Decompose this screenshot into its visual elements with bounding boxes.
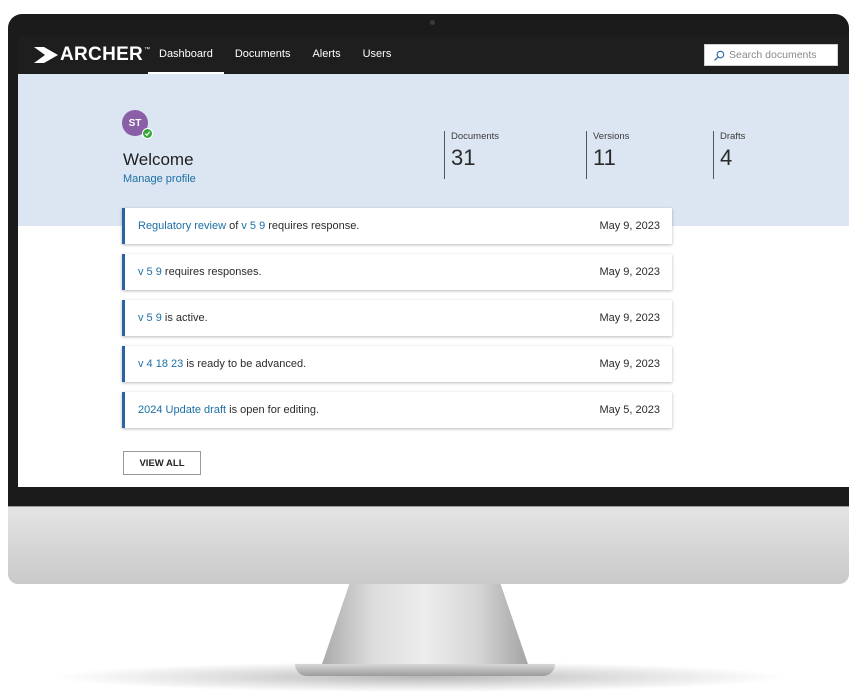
alert-date: May 9, 2023 xyxy=(599,220,660,232)
alert-card[interactable]: 2024 Update draft is open for editing. M… xyxy=(122,392,672,428)
nav-alerts[interactable]: Alerts xyxy=(301,36,351,74)
stat-label: Documents xyxy=(451,131,500,142)
stat-value: 4 xyxy=(720,145,733,170)
logo-text: ARCHER xyxy=(60,44,144,65)
alert-text: requires responses. xyxy=(161,266,262,278)
profile-summary-band: ST Welcome Manage profile Documents 31 V… xyxy=(18,74,849,226)
check-icon xyxy=(144,131,151,137)
alert-text: is ready to be advanced. xyxy=(183,358,307,370)
stat-label: Versions xyxy=(593,131,630,142)
view-all-button[interactable]: VIEW ALL xyxy=(123,451,201,475)
stat-value: 11 xyxy=(593,145,616,170)
alert-text: is open for editing. xyxy=(226,404,320,416)
alert-date: May 9, 2023 xyxy=(599,312,660,324)
alert-text: is active. xyxy=(161,312,208,324)
chevron-logo-icon xyxy=(34,47,58,63)
search-box[interactable] xyxy=(704,44,839,66)
alert-card[interactable]: v 5 9 is active. May 9, 2023 xyxy=(122,300,672,336)
alert-link-version[interactable]: v 5 9 xyxy=(241,220,265,232)
nav-dashboard[interactable]: Dashboard xyxy=(148,36,224,74)
alert-link-version[interactable]: v 5 9 xyxy=(138,312,162,324)
alert-link-draft[interactable]: 2024 Update draft xyxy=(138,404,226,416)
monitor-chin xyxy=(8,506,849,584)
screen: ARCHER ™ Dashboard Documents Alerts User… xyxy=(18,36,849,487)
alert-link-version[interactable]: v 4 18 23 xyxy=(138,358,183,370)
nav-users[interactable]: Users xyxy=(352,36,403,74)
alert-date: May 5, 2023 xyxy=(599,404,660,416)
alert-card[interactable]: Regulatory review of v 5 9 requires resp… xyxy=(122,208,672,244)
alert-text: requires response. xyxy=(265,220,360,232)
stat-drafts[interactable]: Drafts 4 xyxy=(713,131,745,179)
alert-message: Regulatory review of v 5 9 requires resp… xyxy=(138,220,359,232)
stat-label: Drafts xyxy=(720,131,746,142)
top-navigation-bar: ARCHER ™ Dashboard Documents Alerts User… xyxy=(18,36,849,74)
search-icon xyxy=(714,50,725,61)
monitor-stand xyxy=(320,584,530,670)
manage-profile-link[interactable]: Manage profile xyxy=(123,173,196,185)
welcome-heading: Welcome xyxy=(123,150,194,169)
alert-card[interactable]: v 5 9 requires responses. May 9, 2023 xyxy=(122,254,672,290)
monitor-foot xyxy=(295,664,555,676)
alert-message: 2024 Update draft is open for editing. xyxy=(138,404,319,416)
alert-date: May 9, 2023 xyxy=(599,358,660,370)
alert-link-regulatory-review[interactable]: Regulatory review xyxy=(138,220,226,232)
nav-documents[interactable]: Documents xyxy=(224,36,302,74)
alert-message: v 5 9 requires responses. xyxy=(138,266,262,278)
alert-message: v 5 9 is active. xyxy=(138,312,208,324)
alert-message: v 4 18 23 is ready to be advanced. xyxy=(138,358,306,370)
stat-documents[interactable]: Documents 31 xyxy=(444,131,499,179)
alert-card[interactable]: v 4 18 23 is ready to be advanced. May 9… xyxy=(122,346,672,382)
monitor-scene: ARCHER ™ Dashboard Documents Alerts User… xyxy=(0,0,849,696)
alert-link-version[interactable]: v 5 9 xyxy=(138,266,162,278)
stat-versions[interactable]: Versions 11 xyxy=(586,131,629,179)
alert-date: May 9, 2023 xyxy=(599,266,660,278)
main-nav: Dashboard Documents Alerts Users xyxy=(148,36,402,74)
online-status-badge xyxy=(142,128,153,139)
archer-logo[interactable]: ARCHER ™ xyxy=(34,44,150,66)
alerts-list: Regulatory review of v 5 9 requires resp… xyxy=(122,208,672,438)
search-input[interactable] xyxy=(729,49,839,61)
alert-text: of xyxy=(226,220,242,232)
camera-icon xyxy=(430,20,435,25)
stat-value: 31 xyxy=(451,145,476,170)
